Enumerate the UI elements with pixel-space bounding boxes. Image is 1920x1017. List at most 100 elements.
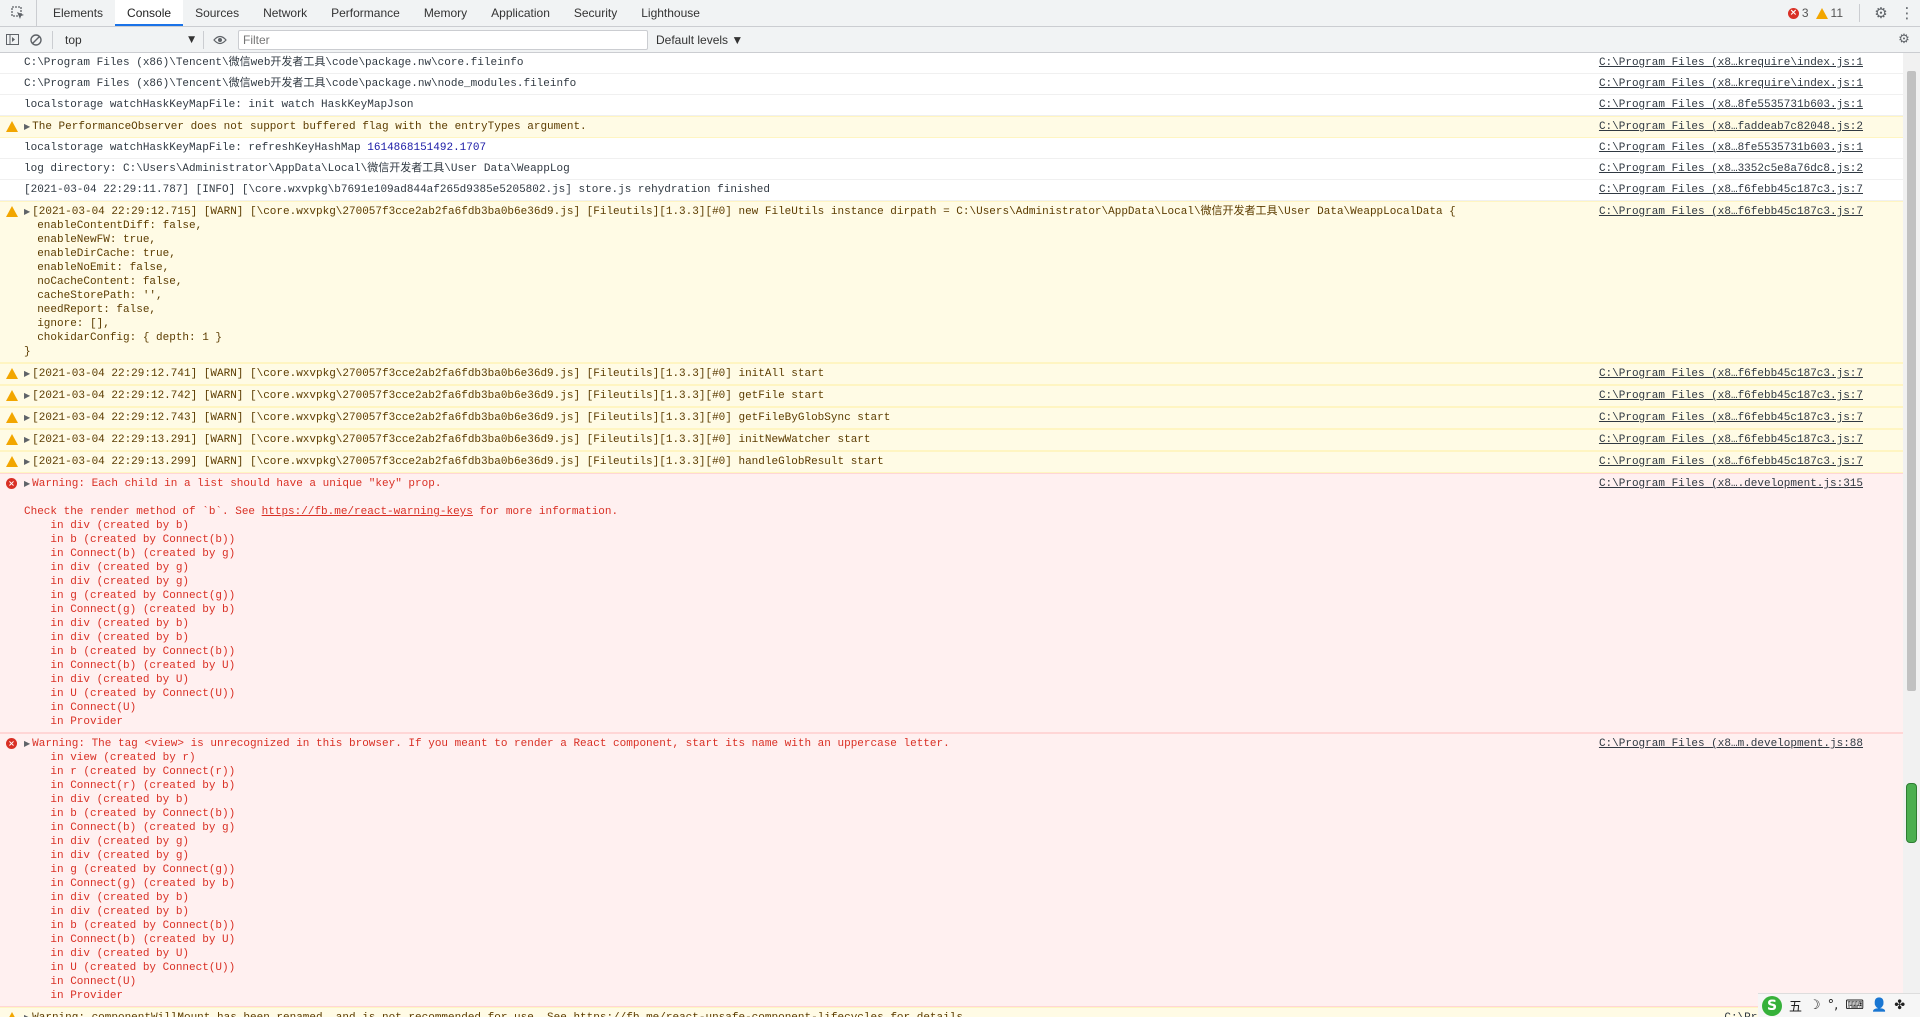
expand-arrow-icon[interactable]: ▶ — [24, 207, 30, 216]
keyboard-icon[interactable]: ⌨ — [1845, 998, 1864, 1013]
console-message-warn[interactable]: ▶ [2021-03-04 22:29:13.299] [WARN] [\core… — [0, 451, 1903, 473]
warning-icon — [6, 390, 18, 401]
grid-menu-icon[interactable]: ✤ — [1894, 998, 1905, 1013]
expand-arrow-icon[interactable]: ▶ — [24, 1013, 30, 1017]
source-link[interactable]: C:\Program Files (x8…f6febb45c187c3.js:7 — [1590, 389, 1863, 403]
user-icon[interactable]: 👤 — [1871, 998, 1887, 1013]
context-value: top — [65, 32, 82, 47]
settings-gear-icon[interactable]: ⚙ — [1868, 0, 1894, 26]
tab-console[interactable]: Console — [115, 0, 184, 26]
error-count: 3 — [1801, 6, 1809, 20]
console-message-warn[interactable]: ▶ The PerformanceObserver does not suppor… — [0, 116, 1903, 138]
console-message-warn[interactable]: ▶Warning: componentWillMount has been re… — [0, 1007, 1903, 1017]
console-toolbar: top ▼ Default levels ▼ ⚙ — [0, 27, 1920, 53]
tab-performance[interactable]: Performance — [319, 0, 412, 26]
dropdown-arrow-icon: ▼ — [188, 34, 195, 45]
console-settings-gear-icon[interactable]: ⚙ — [1892, 28, 1916, 52]
source-link[interactable]: C:\Program Files (x8…8fe5535731b603.js:1 — [1591, 98, 1863, 112]
source-link[interactable]: C:\Program Files (x8…krequire\index.js:1 — [1591, 56, 1863, 70]
message-text-after: for details. — [884, 1012, 969, 1017]
expand-arrow-icon[interactable]: ▶ — [24, 435, 30, 444]
warning-icon — [6, 121, 18, 132]
warning-icon — [6, 412, 18, 423]
console-message-error[interactable]: × ▶ Warning: The tag <view> is unrecognize… — [0, 733, 1903, 1007]
log-levels-dropdown[interactable]: Default levels ▼ — [656, 33, 743, 47]
console-message-warn[interactable]: ▶ [2021-03-04 22:29:12.743] [WARN] [\core… — [0, 407, 1903, 429]
message-text: [2021-03-04 22:29:12.743] [WARN] [\core.… — [32, 412, 891, 424]
source-link[interactable]: C:\Program Files (x8…f6febb45c187c3.js:7 — [1590, 367, 1863, 381]
divider — [52, 30, 53, 49]
source-link[interactable]: C:\Program Files (x8…f6febb45c187c3.js:7 — [1591, 183, 1863, 197]
filter-input[interactable] — [238, 29, 648, 50]
tab-elements[interactable]: Elements — [41, 0, 115, 26]
tab-sources[interactable]: Sources — [183, 0, 251, 26]
source-link[interactable]: C:\Program Files (x8…f6febb45c187c3.js:7 — [1590, 455, 1863, 469]
tab-application[interactable]: Application — [479, 0, 562, 26]
inspect-element-icon[interactable] — [0, 0, 37, 26]
message-text: localstorage watchHaskKeyMapFile: init w… — [24, 99, 414, 111]
tab-network[interactable]: Network — [251, 0, 319, 26]
source-link[interactable]: C:\Program Files (x8…8fe5535731b603.js:1 — [1591, 141, 1863, 155]
error-icon: × — [6, 478, 17, 489]
message-text: Warning: The tag <view> is unrecognized … — [32, 738, 950, 1002]
error-count-icon: × — [1787, 7, 1799, 19]
console-message-log[interactable]: C:\Program Files (x86)\Tencent\微信web开发者工… — [0, 74, 1903, 95]
console-message-error[interactable]: × ▶ Warning: Each child in a list should h… — [0, 473, 1903, 733]
issue-counts[interactable]: × 3 11 — [1787, 6, 1843, 20]
message-text-after: for more information. in div (created by… — [50, 506, 619, 728]
source-link[interactable]: C:\Program Files (x8…f6febb45c187c3.js:7 — [1590, 433, 1863, 447]
message-text: C:\Program Files (x86)\Tencent\微信web开发者工… — [24, 78, 577, 90]
source-link[interactable]: C:\Program Files (x8…3352c5e8a76dc8.js:2 — [1591, 162, 1863, 176]
expand-arrow-icon[interactable]: ▶ — [24, 369, 30, 378]
console-message-warn[interactable]: ▶ [2021-03-04 22:29:13.291] [WARN] [\core… — [0, 429, 1903, 451]
message-text: C:\Program Files (x86)\Tencent\微信web开发者工… — [24, 57, 524, 69]
more-options-icon[interactable]: ⋮ — [1894, 0, 1920, 26]
tab-memory[interactable]: Memory — [412, 0, 479, 26]
message-text: [2021-03-04 22:29:12.741] [WARN] [\core.… — [32, 368, 825, 380]
expand-arrow-icon[interactable]: ▶ — [24, 413, 30, 422]
console-messages: C:\Program Files (x86)\Tencent\微信web开发者工… — [0, 53, 1903, 1017]
tab-security[interactable]: Security — [562, 0, 629, 26]
console-message-log[interactable]: [2021-03-04 22:29:11.787] [INFO] [\core.… — [0, 180, 1903, 201]
message-text: log directory: C:\Users\Administrator\Ap… — [24, 163, 570, 175]
source-link[interactable]: C:\Program Files (x8…m.development.js:88 — [1590, 737, 1863, 751]
ime-mode[interactable]: 五 — [1789, 996, 1802, 1015]
warning-icon — [6, 206, 18, 217]
clear-console-icon[interactable] — [24, 28, 48, 52]
source-link[interactable]: C:\Program Files (x8…krequire\index.js:1 — [1591, 77, 1863, 91]
scrollbar-thumb[interactable] — [1907, 71, 1916, 691]
source-link[interactable]: C:\Program Files (x8…f6febb45c187c3.js:7 — [1590, 411, 1863, 425]
console-message-log[interactable]: localstorage watchHaskKeyMapFile: refres… — [0, 138, 1903, 159]
expand-arrow-icon[interactable]: ▶ — [24, 122, 30, 131]
expand-arrow-icon[interactable]: ▶ — [24, 739, 30, 748]
sogou-logo-icon[interactable]: S — [1762, 995, 1782, 1016]
message-link[interactable]: https://fb.me/react-unsafe-component-lif… — [573, 1012, 883, 1017]
source-link[interactable]: C:\Program Files (x8….development.js:315 — [1590, 477, 1863, 491]
console-message-warn[interactable]: ▶ [2021-03-04 22:29:12.715] [WARN] [\core… — [0, 201, 1903, 363]
console-message-log[interactable]: localstorage watchHaskKeyMapFile: init w… — [0, 95, 1903, 116]
message-number: 1614868151492.1707 — [367, 142, 487, 154]
moon-icon[interactable]: ☽ — [1809, 998, 1821, 1013]
live-expression-eye-icon[interactable] — [208, 28, 232, 52]
ime-toolbar[interactable]: S 五 ☽ °, ⌨ 👤 ✤ — [1758, 993, 1920, 1017]
console-scrollbar[interactable] — [1903, 53, 1920, 1017]
message-text: Warning: componentWillMount has been ren… — [32, 1012, 573, 1017]
source-link[interactable]: C:\Program Files (x8…faddeab7c82048.js:2 — [1590, 120, 1863, 134]
console-message-warn[interactable]: ▶ [2021-03-04 22:29:12.742] [WARN] [\core… — [0, 385, 1903, 407]
console-message-warn[interactable]: ▶ [2021-03-04 22:29:12.741] [WARN] [\core… — [0, 363, 1903, 385]
punctuation-icon[interactable]: °, — [1828, 998, 1839, 1013]
console-message-log[interactable]: log directory: C:\Users\Administrator\Ap… — [0, 159, 1903, 180]
expand-arrow-icon[interactable]: ▶ — [24, 479, 30, 488]
expand-arrow-icon[interactable]: ▶ — [24, 391, 30, 400]
expand-arrow-icon[interactable]: ▶ — [24, 457, 30, 466]
source-link[interactable]: C:\Program Files (x8…f6febb45c187c3.js:7 — [1590, 205, 1863, 219]
warning-count-icon — [1815, 7, 1828, 19]
warning-icon — [6, 368, 18, 379]
show-sidebar-icon[interactable] — [0, 28, 24, 52]
message-link[interactable]: https://fb.me/react-warning-keys — [262, 506, 473, 518]
context-selector[interactable]: top ▼ — [61, 31, 199, 49]
console-message-log[interactable]: C:\Program Files (x86)\Tencent\微信web开发者工… — [0, 53, 1903, 74]
floating-widget-handle[interactable] — [1906, 783, 1917, 843]
devtools-tabbar: Elements Console Sources Network Performance… — [0, 0, 1920, 27]
tab-lighthouse[interactable]: Lighthouse — [629, 0, 712, 26]
